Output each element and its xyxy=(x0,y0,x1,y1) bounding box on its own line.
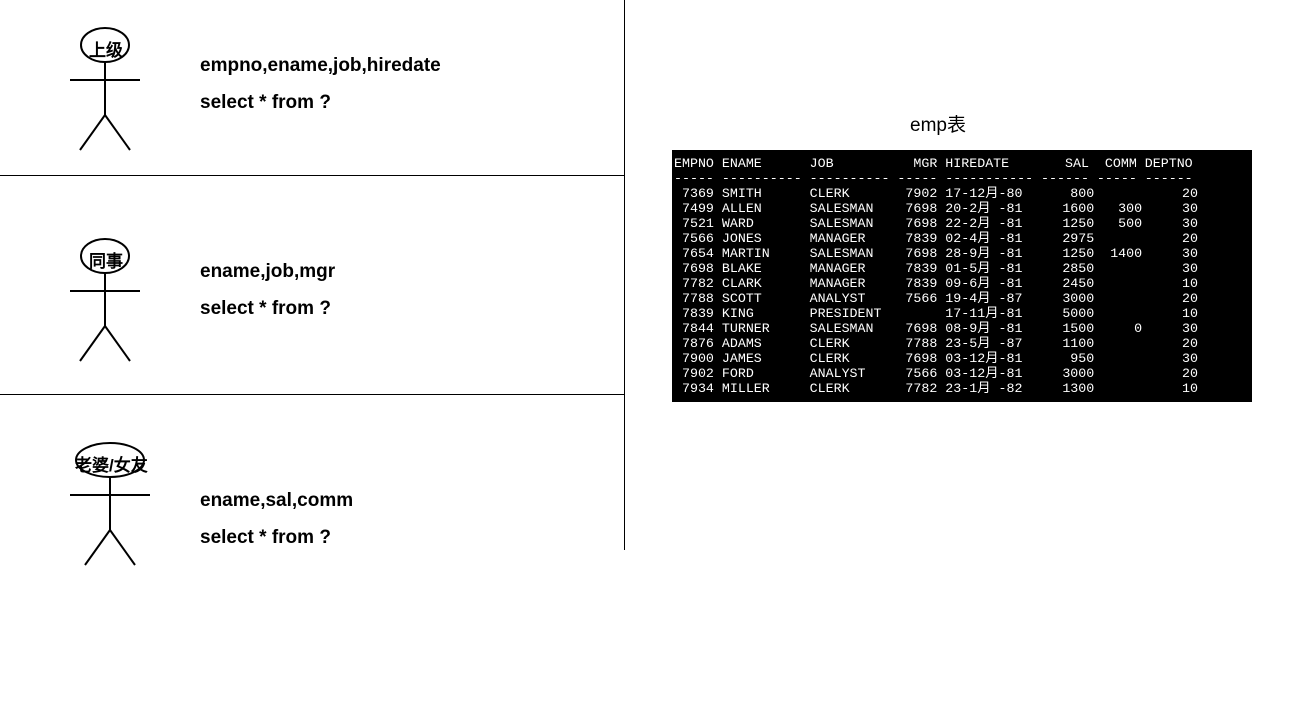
emp-table-title: emp表 xyxy=(910,110,966,137)
query-text-2: select * from ? xyxy=(200,298,331,320)
vertical-divider xyxy=(624,0,625,550)
emp-table-terminal: EMPNO ENAME JOB MGR HIREDATE SAL COMM DE… xyxy=(672,150,1252,402)
figure-label-wife-gf: 老婆/女友 xyxy=(75,451,148,476)
columns-text-2: ename,job,mgr xyxy=(200,261,335,283)
stick-figure-superior: 上级 xyxy=(60,25,160,160)
query-text-3: select * from ? xyxy=(200,527,331,549)
query-text-1: select * from ? xyxy=(200,92,331,114)
stick-figure-wife-gf: 老婆/女友 xyxy=(55,440,175,575)
section-colleague: 同事 ename,job,mgr select * from ? xyxy=(0,176,625,394)
figure-label-colleague: 同事 xyxy=(89,247,123,272)
section-wife-gf: 老婆/女友 ename,sal,comm select * from ? xyxy=(0,395,625,595)
stick-figure-colleague: 同事 xyxy=(60,236,160,371)
figure-label-superior: 上级 xyxy=(89,36,123,61)
left-panel: 上级 empno,ename,job,hiredate select * fro… xyxy=(0,0,625,720)
columns-text-3: ename,sal,comm xyxy=(200,490,353,512)
columns-text-1: empno,ename,job,hiredate xyxy=(200,55,441,77)
section-superior: 上级 empno,ename,job,hiredate select * fro… xyxy=(0,0,625,175)
